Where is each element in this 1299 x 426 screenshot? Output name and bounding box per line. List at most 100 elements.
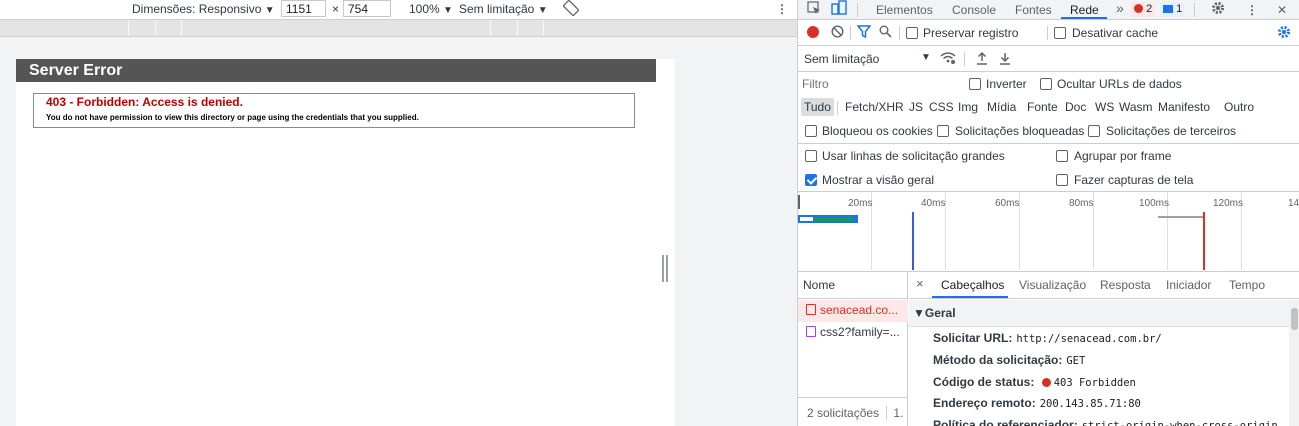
dimensions-dropdown[interactable]: Dimensões: Responsivo ▼: [132, 2, 275, 16]
invert-checkbox[interactable]: [969, 78, 981, 90]
load-event-marker: [1203, 212, 1205, 270]
request-method-row: Método da solicitação: GET: [933, 353, 1085, 367]
requests-count: 2 solicitações: [807, 406, 880, 420]
dimensions-label: Dimensões: Responsivo: [132, 2, 262, 16]
request-row[interactable]: senacead.co...: [798, 300, 908, 322]
more-tabs-icon[interactable]: »: [1116, 0, 1124, 16]
status-code-label: Código de status:: [933, 375, 1035, 389]
blocked-cookies-checkbox[interactable]: [805, 125, 817, 137]
filter-ws[interactable]: WS: [1095, 100, 1114, 114]
tab-rede[interactable]: Rede: [1070, 3, 1099, 17]
disable-cache-checkbox[interactable]: [1054, 27, 1066, 39]
request-url-value: http://senacead.com.br/: [1016, 333, 1162, 345]
filter-css[interactable]: CSS: [929, 100, 954, 114]
zoom-dropdown[interactable]: 100% ▼: [409, 2, 453, 16]
details-tab-bar: × Cabeçalhos Visualização Resposta Inici…: [909, 272, 1299, 299]
device-toolbar: Dimensões: Responsivo ▼ × 100% ▼ Sem lim…: [0, 0, 797, 19]
filter-manifesto[interactable]: Manifesto: [1158, 100, 1210, 114]
close-details-icon[interactable]: ×: [916, 276, 924, 291]
blocked-requests-checkbox[interactable]: [937, 125, 949, 137]
hide-data-urls-label: Ocultar URLs de dados: [1057, 77, 1182, 91]
network-throttle-dropdown[interactable]: Sem limitação: [804, 52, 879, 66]
tab-cabecalhos[interactable]: Cabeçalhos: [941, 278, 1004, 292]
filter-input[interactable]: [802, 75, 952, 93]
gear-icon[interactable]: [1211, 1, 1225, 18]
resize-handle[interactable]: [662, 255, 668, 282]
filter-doc[interactable]: Doc: [1065, 100, 1086, 114]
customize-menu-icon[interactable]: ⋮: [1246, 3, 1258, 17]
network-overview-timeline[interactable]: 20ms 40ms 60ms 80ms 100ms 120ms 14: [798, 192, 1299, 270]
general-section-header[interactable]: ▼Geral: [909, 300, 1289, 327]
status-code-row: Código de status: 403 Forbidden: [933, 375, 1136, 389]
clear-icon[interactable]: [831, 25, 844, 41]
options-row-2: Mostrar a visão geral Fazer capturas de …: [798, 168, 1299, 192]
filter-icon[interactable]: [856, 25, 872, 41]
preserve-log-checkbox[interactable]: [906, 27, 918, 39]
search-icon[interactable]: [879, 25, 892, 41]
filter-js[interactable]: JS: [909, 100, 923, 114]
filter-fonte[interactable]: Fonte: [1027, 100, 1058, 114]
name-column-header[interactable]: Nome: [798, 272, 908, 299]
throttle-dropdown[interactable]: Sem limitação ▼: [459, 2, 548, 16]
large-rows-label: Usar linhas de solicitação grandes: [822, 149, 1005, 163]
preserve-log-label: Preservar registro: [923, 26, 1019, 40]
group-by-frame-checkbox[interactable]: [1056, 150, 1068, 162]
filter-img[interactable]: Img: [958, 100, 978, 114]
filter-outro[interactable]: Outro: [1224, 100, 1254, 114]
show-overview-label: Mostrar a visão geral: [822, 173, 935, 187]
message-icon: [1163, 5, 1173, 13]
filter-fetch-xhr[interactable]: Fetch/XHR: [845, 100, 904, 114]
tab-iniciador[interactable]: Iniciador: [1166, 278, 1211, 292]
timeline-tick: 60ms: [995, 198, 1020, 209]
status-code-value: 403 Forbidden: [1053, 377, 1136, 389]
scrollbar-thumb[interactable]: [1291, 308, 1298, 330]
devtools-panel: Elementos Console Fontes Rede » 2 1 ⋮ ✕: [797, 0, 1299, 426]
rotate-icon[interactable]: [562, 0, 580, 19]
network-throttle-label: Sem limitação: [804, 52, 880, 66]
filter-row: Inverter Ocultar URLs de dados: [798, 72, 1299, 96]
overview-window-handle[interactable]: [798, 195, 800, 209]
filter-midia[interactable]: Mídia: [987, 100, 1016, 114]
dom-content-loaded-marker: [912, 212, 914, 270]
type-filter-row: Tudo Fetch/XHR JS CSS Img Mídia Fonte Do…: [798, 96, 1299, 119]
group-by-frame-label: Agrupar por frame: [1074, 149, 1172, 163]
export-har-icon[interactable]: [999, 51, 1011, 68]
referrer-policy-label: Política do referenciador:: [933, 418, 1078, 426]
network-toolbar: Preservar registro Desativar cache: [798, 21, 1299, 45]
tab-console[interactable]: Console: [952, 3, 996, 17]
remote-address-label: Endereço remoto:: [933, 396, 1036, 410]
show-overview-checkbox[interactable]: [805, 174, 817, 186]
request-url-label: Solicitar URL:: [933, 331, 1013, 345]
message-badge[interactable]: 1: [1160, 2, 1186, 17]
large-rows-checkbox[interactable]: [805, 150, 817, 162]
details-scrollbar[interactable]: [1289, 300, 1299, 426]
tab-elementos[interactable]: Elementos: [876, 3, 933, 17]
network-conditions-icon[interactable]: [940, 51, 956, 68]
requests-list: Nome senacead.co... css2?family=... 2 so…: [798, 272, 908, 426]
third-party-checkbox[interactable]: [1088, 125, 1100, 137]
throttle-label: Sem limitação: [459, 2, 535, 16]
filter-tudo[interactable]: Tudo: [801, 98, 834, 116]
error-box: 403 - Forbidden: Access is denied. You d…: [33, 93, 635, 128]
device-toggle-icon[interactable]: [831, 0, 847, 19]
height-input[interactable]: [343, 0, 391, 17]
capture-screenshots-checkbox[interactable]: [1056, 174, 1068, 186]
tab-visualizacao[interactable]: Visualização: [1019, 278, 1086, 292]
close-icon[interactable]: ✕: [1277, 3, 1287, 17]
width-input[interactable]: [281, 0, 326, 17]
import-har-icon[interactable]: [976, 51, 988, 68]
tab-tempo[interactable]: Tempo: [1229, 278, 1265, 292]
inspect-element-icon[interactable]: [807, 1, 821, 18]
tab-fontes[interactable]: Fontes: [1015, 3, 1052, 17]
request-row[interactable]: css2?family=...: [798, 322, 908, 344]
more-options-icon[interactable]: ⋮: [776, 2, 788, 16]
error-panel: 403 - Forbidden: Access is denied. You d…: [28, 83, 658, 135]
record-icon[interactable]: [807, 26, 819, 38]
filter-wasm[interactable]: Wasm: [1119, 100, 1153, 114]
hide-data-urls-checkbox[interactable]: [1040, 78, 1052, 90]
media-query-ruler[interactable]: [0, 19, 797, 37]
error-badge[interactable]: 2: [1131, 2, 1156, 17]
capture-screenshots-label: Fazer capturas de tela: [1074, 173, 1194, 187]
tab-resposta[interactable]: Resposta: [1100, 278, 1151, 292]
network-settings-icon[interactable]: [1277, 25, 1291, 42]
